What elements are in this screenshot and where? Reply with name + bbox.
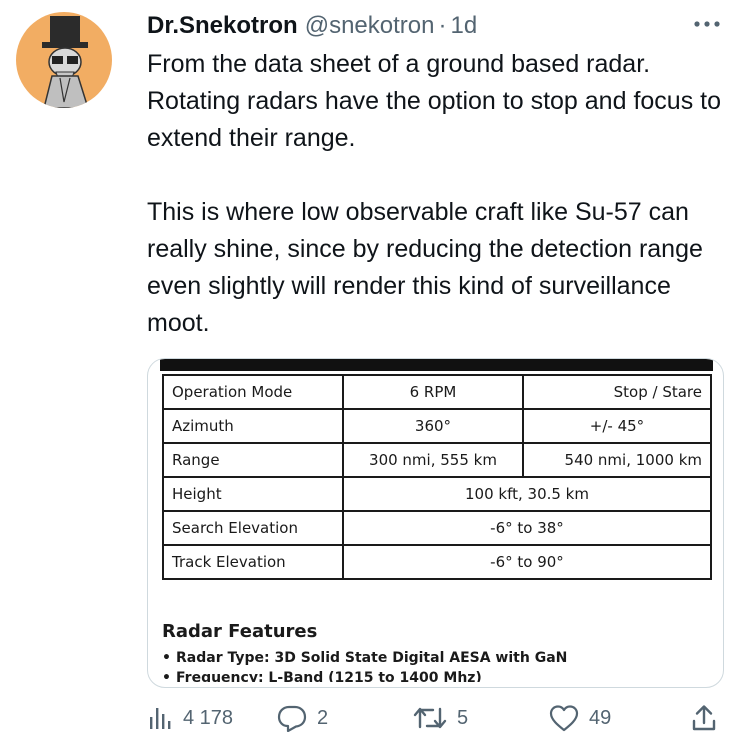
feature-text: Frequency: L-Band (1215 to 1400 Mhz) [176, 670, 482, 682]
tweet-text: From the data sheet of a ground based ra… [147, 50, 721, 337]
user-handle[interactable]: @snekotron [305, 12, 435, 40]
reply-icon [277, 705, 307, 732]
radar-coverage-table: Operation Mode 6 RPM Stop / Stare Azimuth 36… [162, 374, 712, 580]
table-row: Height 100 kft, 30.5 km [162, 476, 712, 512]
row-label: Search Elevation [162, 510, 344, 546]
row-value-stare: Stop / Stare [522, 374, 712, 410]
share-icon [692, 705, 716, 731]
like-icon [549, 705, 579, 732]
feature-item: • Frequency: L-Band (1215 to 1400 Mhz) [162, 668, 712, 682]
like-button[interactable]: 49 [549, 700, 611, 736]
more-icon [694, 21, 720, 27]
views-icon [150, 708, 171, 729]
row-label: Track Elevation [162, 544, 344, 580]
row-value: 100 kft, 30.5 km [342, 476, 712, 512]
share-button[interactable] [691, 700, 717, 736]
row-value: -6° to 90° [342, 544, 712, 580]
views-button[interactable]: 4 178 [147, 700, 233, 736]
feature-text: Radar Type: 3D Solid State Digital AESA … [176, 650, 568, 666]
feature-item: • Radar Type: 3D Solid State Digital AESA… [162, 650, 568, 666]
more-button[interactable] [687, 10, 727, 38]
row-label: Operation Mode [162, 374, 344, 410]
row-value-rotating: 6 RPM [342, 374, 524, 410]
reply-button[interactable]: 2 [277, 700, 328, 736]
row-value: -6° to 38° [342, 510, 712, 546]
table-caption-cropped [148, 359, 723, 371]
avatar-image [42, 16, 89, 108]
row-value-rotating: 360° [342, 408, 524, 444]
retweet-button[interactable]: 5 [413, 700, 468, 736]
tweet-timestamp[interactable]: 1d [450, 12, 477, 40]
avatar[interactable] [16, 12, 112, 108]
table-row: Azimuth 360° +/- 45° [162, 408, 712, 444]
table-row: Track Elevation -6° to 90° [162, 544, 712, 580]
row-value-rotating: 300 nmi, 555 km [342, 442, 524, 478]
table-row: Operation Mode 6 RPM Stop / Stare [162, 374, 712, 410]
table-row: Search Elevation -6° to 38° [162, 510, 712, 546]
reply-count: 2 [317, 706, 329, 729]
features-title: Radar Features [162, 621, 318, 642]
separator-dot: · [438, 12, 447, 39]
retweet-count: 5 [457, 706, 469, 729]
retweet-icon [413, 707, 447, 729]
like-count: 49 [589, 706, 612, 729]
row-value-stare: +/- 45° [522, 408, 712, 444]
row-label: Height [162, 476, 344, 512]
row-label: Azimuth [162, 408, 344, 444]
tweet-header: Dr.Snekotron @snekotron · 1d [147, 9, 725, 43]
display-name[interactable]: Dr.Snekotron [147, 12, 298, 40]
tweet-actions: 4 178 2 5 49 [147, 700, 737, 736]
table-row: Range 300 nmi, 555 km 540 nmi, 1000 km [162, 442, 712, 478]
radar-features: Radar Features • Radar Type: 3D Solid Sta… [162, 621, 712, 682]
row-value-stare: 540 nmi, 1000 km [522, 442, 712, 478]
tweet-media-image[interactable]: Operation Mode 6 RPM Stop / Stare Azimuth 36… [147, 358, 724, 688]
views-count: 4 178 [183, 706, 234, 729]
row-label: Range [162, 442, 344, 478]
